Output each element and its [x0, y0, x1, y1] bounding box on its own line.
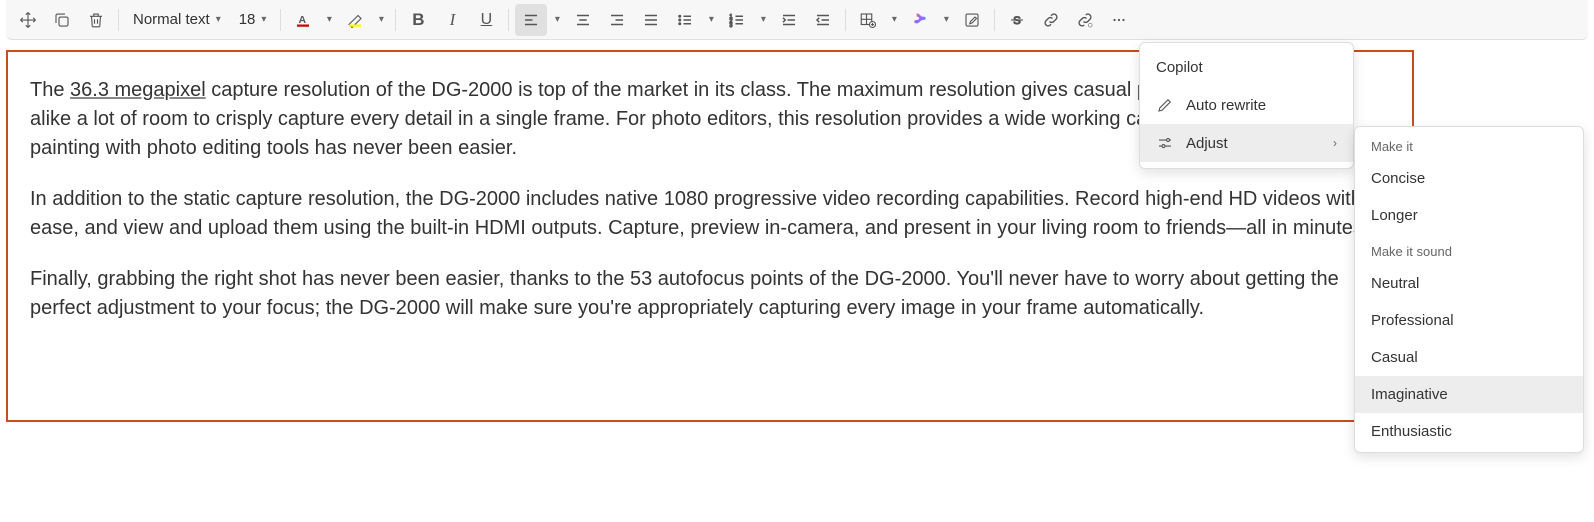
svg-text:A: A [299, 14, 307, 26]
separator [395, 9, 396, 31]
sliders-icon [1156, 134, 1174, 152]
copilot-menu-title: Copilot [1140, 49, 1353, 86]
align-left-button[interactable] [515, 4, 547, 36]
chevron-down-icon: ▾ [761, 14, 766, 25]
bold-button[interactable]: B [402, 4, 434, 36]
submenu-header: Make it [1355, 129, 1583, 160]
casual-item[interactable]: Casual [1355, 339, 1583, 376]
svg-text:3: 3 [730, 22, 733, 28]
underline-button[interactable]: U [470, 4, 502, 36]
table-chevron[interactable]: ▾ [886, 4, 902, 36]
label: Copilot [1156, 59, 1203, 76]
increase-indent-button[interactable] [773, 4, 805, 36]
font-size-label: 18 [239, 11, 256, 28]
paragraph-3: Finally, grabbing the right shot has nev… [30, 265, 1390, 323]
font-size-select[interactable]: 18 ▾ [231, 4, 275, 36]
chevron-down-icon: ▾ [216, 14, 221, 25]
align-justify-button[interactable] [635, 4, 667, 36]
label: Auto rewrite [1186, 97, 1266, 114]
numbered-chevron[interactable]: ▾ [755, 4, 771, 36]
label: Adjust [1186, 135, 1228, 152]
text: The [30, 79, 70, 101]
toolbar: Normal text ▾ 18 ▾ A ▾ ▾ B I U ▾ ▾ 123 ▾ ▾… [6, 0, 1588, 40]
align-right-button[interactable] [601, 4, 633, 36]
font-color-button[interactable]: A [287, 4, 319, 36]
align-center-button[interactable] [567, 4, 599, 36]
imaginative-item[interactable]: Imaginative [1355, 376, 1583, 413]
copilot-menu: Copilot Auto rewrite Adjust › [1139, 42, 1354, 169]
decrease-indent-button[interactable] [807, 4, 839, 36]
table-button[interactable] [852, 4, 884, 36]
copilot-chevron[interactable]: ▾ [938, 4, 954, 36]
highlight-chevron[interactable]: ▾ [373, 4, 389, 36]
edit-button[interactable] [956, 4, 988, 36]
copy-button[interactable] [46, 4, 78, 36]
chevron-down-icon: ▾ [555, 14, 560, 25]
align-chevron[interactable]: ▾ [549, 4, 565, 36]
style-select-label: Normal text [133, 11, 210, 28]
separator [994, 9, 995, 31]
bullet-list-button[interactable] [669, 4, 701, 36]
enthusiastic-item[interactable]: Enthusiastic [1355, 413, 1583, 450]
chevron-down-icon: ▾ [709, 14, 714, 25]
chevron-down-icon: ▾ [944, 14, 949, 25]
strikethrough-button[interactable]: S [1001, 4, 1033, 36]
paragraph-2: In addition to the static capture resolu… [30, 185, 1390, 243]
font-color-chevron[interactable]: ▾ [321, 4, 337, 36]
separator [508, 9, 509, 31]
chevron-down-icon: ▾ [379, 14, 384, 25]
chevron-down-icon: ▾ [327, 14, 332, 25]
text-style-select[interactable]: Normal text ▾ [125, 4, 229, 36]
delete-button[interactable] [80, 4, 112, 36]
chevron-down-icon: ▾ [892, 14, 897, 25]
svg-text:S: S [1014, 14, 1022, 26]
adjust-item[interactable]: Adjust › [1140, 124, 1353, 162]
move-button[interactable] [12, 4, 44, 36]
italic-button[interactable]: I [436, 4, 468, 36]
neutral-item[interactable]: Neutral [1355, 265, 1583, 302]
chevron-right-icon: › [1333, 136, 1337, 150]
separator [280, 9, 281, 31]
chevron-down-icon: ▾ [261, 14, 266, 25]
numbered-list-button[interactable]: 123 [721, 4, 753, 36]
pencil-icon [1156, 96, 1174, 114]
concise-item[interactable]: Concise [1355, 160, 1583, 197]
separator [845, 9, 846, 31]
bullet-chevron[interactable]: ▾ [703, 4, 719, 36]
professional-item[interactable]: Professional [1355, 302, 1583, 339]
submenu-header: Make it sound [1355, 234, 1583, 265]
unlink-button[interactable] [1069, 4, 1101, 36]
separator [118, 9, 119, 31]
auto-rewrite-item[interactable]: Auto rewrite [1140, 86, 1353, 124]
underlined-text: 36.3 megapixel [70, 79, 206, 101]
copilot-button[interactable] [904, 4, 936, 36]
highlight-button[interactable] [339, 4, 371, 36]
more-button[interactable] [1103, 4, 1135, 36]
link-button[interactable] [1035, 4, 1067, 36]
adjust-submenu: Make it Concise Longer Make it sound Neu… [1354, 126, 1584, 453]
longer-item[interactable]: Longer [1355, 197, 1583, 234]
